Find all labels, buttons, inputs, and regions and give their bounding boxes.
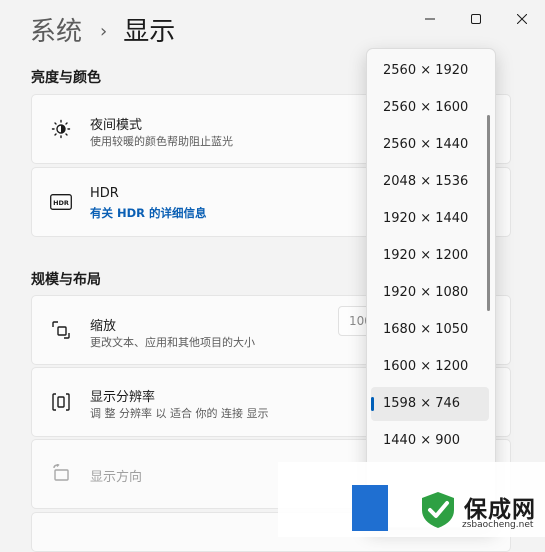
taskbar-app-fragment — [352, 485, 388, 531]
close-button[interactable] — [499, 8, 545, 30]
breadcrumb-parent-link[interactable]: 系统 — [30, 14, 82, 50]
watermark-shield-icon — [418, 490, 458, 530]
section-title-scale-layout: 规模与布局 — [31, 272, 101, 288]
watermark-url: zsbaocheng.net — [462, 520, 534, 530]
breadcrumb-separator: › — [100, 21, 108, 42]
resolution-subtitle: 调 整 分辨率 以 适合 你的 连接 显示 — [90, 407, 269, 420]
svg-text:HDR: HDR — [53, 199, 69, 207]
hdr-title: HDR — [90, 186, 119, 201]
resolution-option[interactable]: 2560 × 1440 — [371, 128, 489, 162]
maximize-icon — [471, 14, 481, 24]
dropdown-scrollbar[interactable] — [487, 115, 490, 311]
resolution-option-selected[interactable]: 1598 × 746 — [371, 387, 489, 421]
watermark-name: 保成网 — [464, 497, 536, 523]
resolution-option[interactable]: 1920 × 1080 — [371, 276, 489, 310]
scale-icon — [50, 319, 72, 341]
night-light-subtitle: 使用较暖的颜色帮助阻止蓝光 — [90, 135, 233, 148]
minimize-icon — [425, 18, 435, 20]
minimize-button[interactable] — [407, 8, 453, 30]
resolution-option[interactable]: 1920 × 1440 — [371, 202, 489, 236]
resolution-icon — [50, 391, 72, 413]
hdr-icon: HDR — [50, 191, 72, 213]
hdr-learn-more-link[interactable]: 有关 HDR 的详细信息 — [90, 205, 207, 221]
breadcrumb: 系统 › 显示 — [30, 14, 175, 50]
resolution-option[interactable]: 1680 × 1050 — [371, 313, 489, 347]
scale-title: 缩放 — [90, 319, 117, 334]
brightness-icon — [50, 118, 72, 140]
resolution-option[interactable]: 1920 × 1200 — [371, 239, 489, 273]
close-icon — [517, 14, 527, 24]
resolution-title: 显示分辨率 — [90, 390, 156, 405]
settings-window: 系统 › 显示 亮度与颜色 夜间模式 使用较暖的颜色帮助阻止蓝光 HDR HDR… — [0, 0, 545, 552]
orientation-title: 显示方向 — [90, 470, 143, 485]
resolution-option[interactable]: 2560 × 1920 — [371, 54, 489, 88]
night-light-title: 夜间模式 — [90, 118, 143, 133]
window-controls — [407, 8, 545, 30]
maximize-button[interactable] — [453, 8, 499, 30]
scale-subtitle: 更改文本、应用和其他项目的大小 — [90, 336, 255, 349]
resolution-option[interactable]: 2048 × 1536 — [371, 165, 489, 199]
page-title: 显示 — [123, 17, 176, 47]
resolution-option[interactable]: 1600 × 1200 — [371, 350, 489, 384]
orientation-icon — [50, 463, 72, 485]
resolution-option[interactable]: 1440 × 900 — [371, 424, 489, 458]
section-title-brightness-color: 亮度与颜色 — [31, 70, 101, 86]
resolution-dropdown[interactable]: 2560 × 1920 2560 × 1600 2560 × 1440 2048… — [366, 48, 496, 528]
resolution-option[interactable]: 2560 × 1600 — [371, 91, 489, 125]
